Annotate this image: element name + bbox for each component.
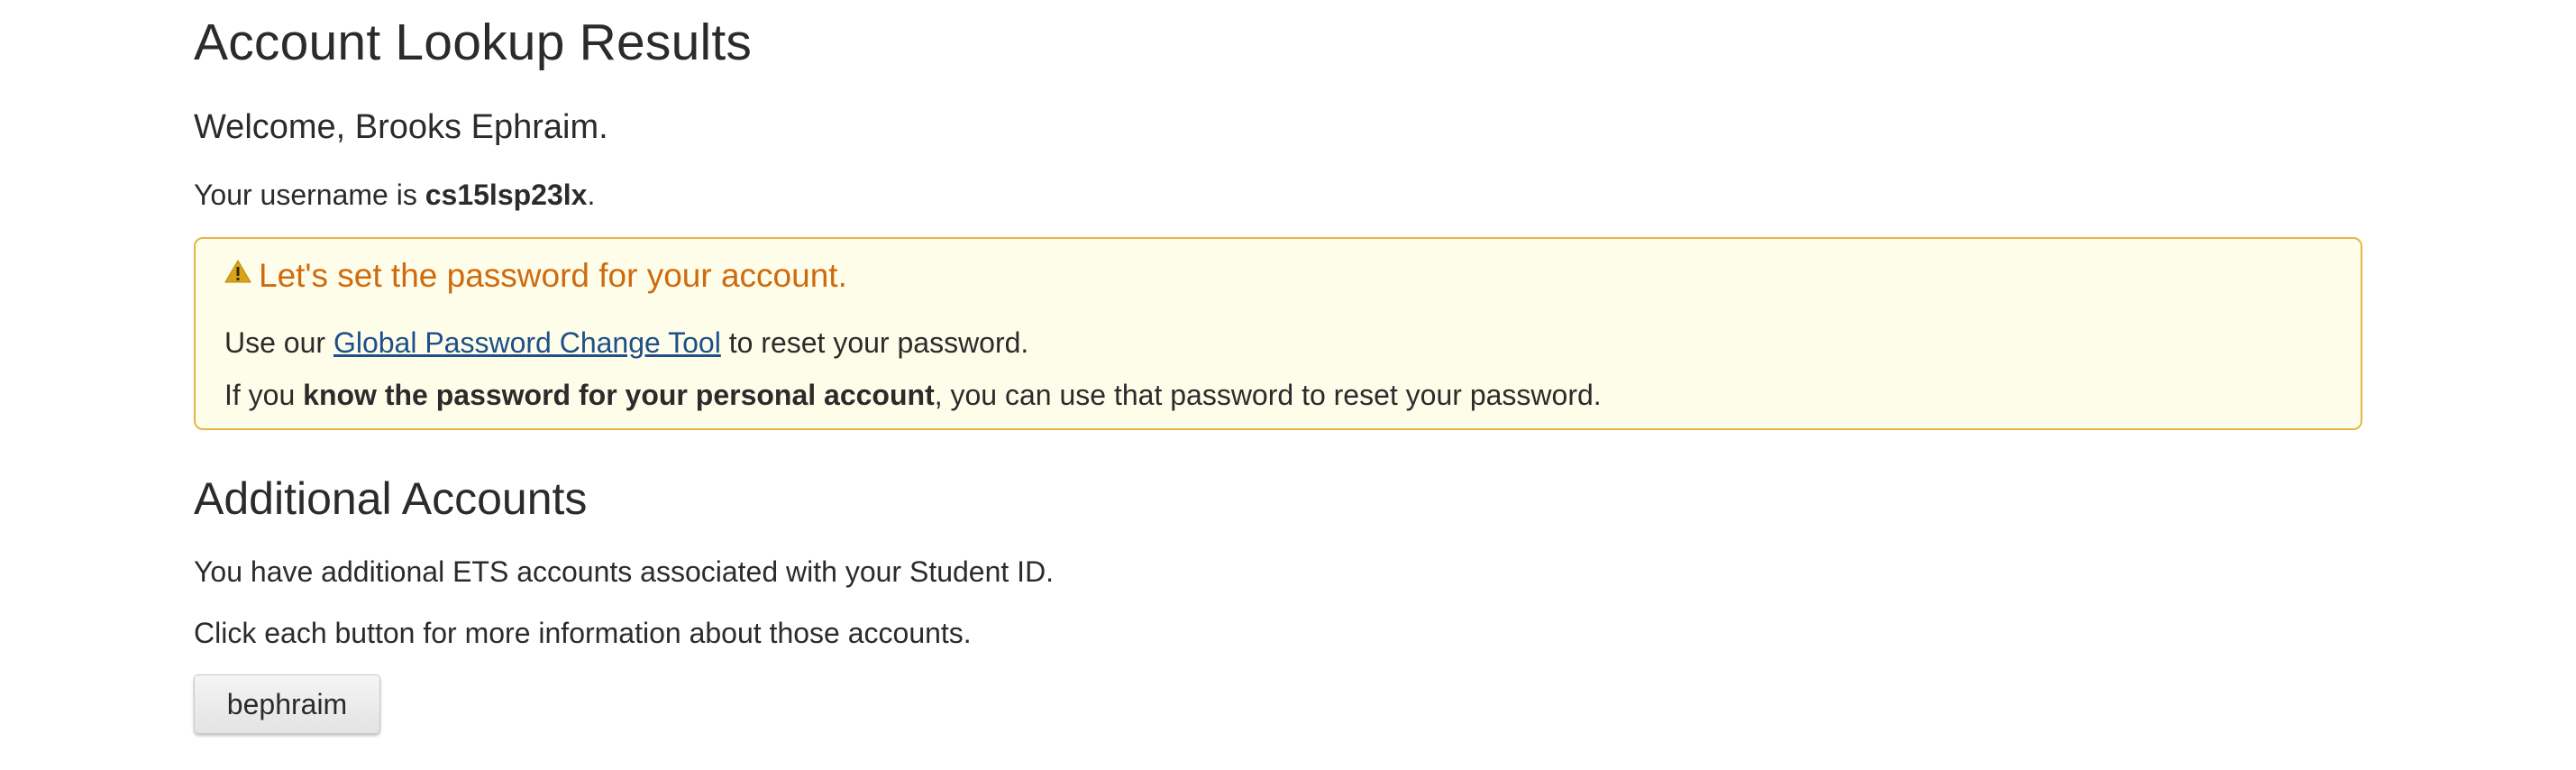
username-suffix: . [587, 179, 596, 211]
notice-line1-suffix: to reset your password. [720, 326, 1029, 359]
notice-title-text: Let's set the password for your account. [259, 257, 847, 294]
additional-accounts-heading: Additional Accounts [194, 473, 588, 524]
page-title: Account Lookup Results [194, 14, 753, 71]
notice-line2-prefix: If you [224, 379, 304, 411]
notice-line-change-tool: Use our Global Password Change Tool to r… [224, 326, 1028, 360]
welcome-message: Welcome, Brooks Ephraim. [194, 108, 608, 146]
global-password-change-tool-link[interactable]: Global Password Change Tool [333, 326, 721, 359]
notice-line2-bold: know the password for your personal acco… [303, 379, 935, 411]
warning-icon [224, 260, 251, 283]
additional-accounts-instruction: Click each button for more information a… [194, 617, 972, 649]
additional-accounts-description: You have additional ETS accounts associa… [194, 555, 1055, 588]
account-button-bephraim[interactable]: bephraim [194, 674, 380, 734]
username-line: Your username is cs15lsp23lx. [194, 179, 595, 212]
notice-line1-prefix: Use our [224, 326, 333, 359]
notice-line2-suffix: , you can use that password to reset you… [934, 379, 1602, 411]
password-notice-box: Let's set the password for your account.… [194, 237, 2362, 430]
username-prefix: Your username is [194, 179, 425, 211]
notice-title: Let's set the password for your account. [224, 257, 847, 295]
username-value: cs15lsp23lx [425, 179, 588, 211]
notice-line-personal-password: If you know the password for your person… [224, 379, 1602, 412]
